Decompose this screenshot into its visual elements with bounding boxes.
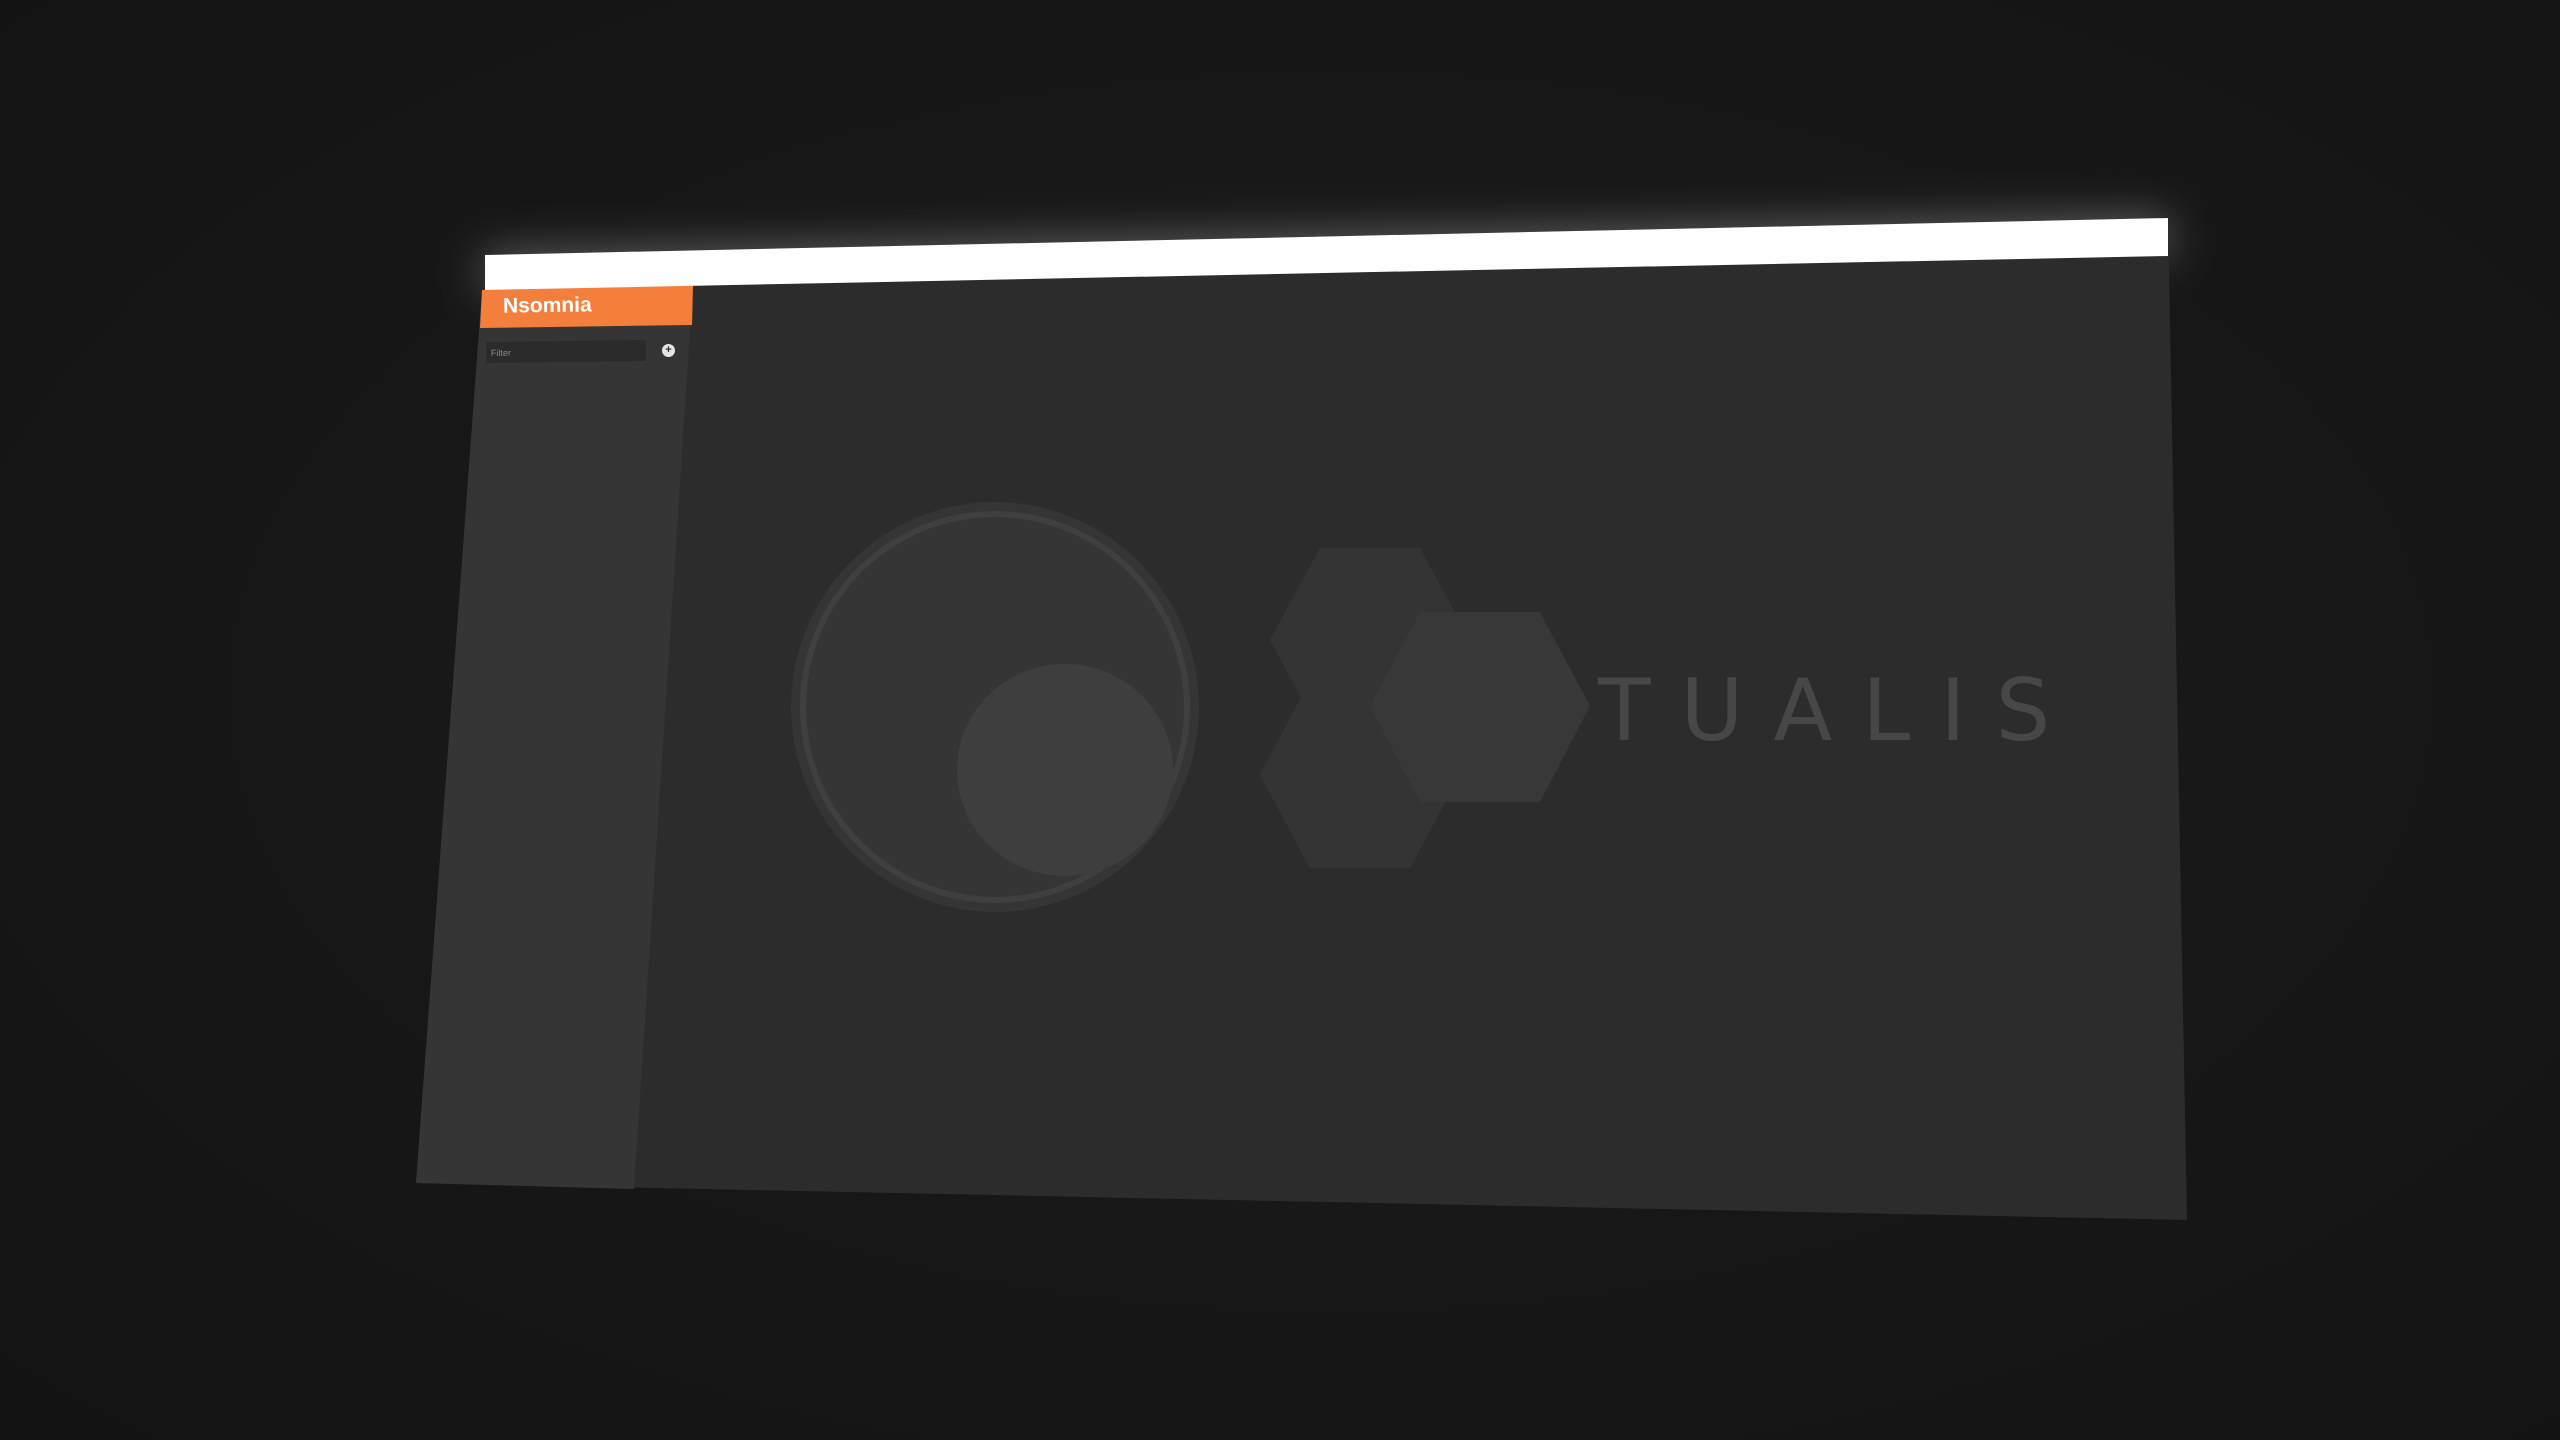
plus-circle-icon[interactable]: + bbox=[662, 344, 675, 357]
virtualis-logo-icon bbox=[790, 502, 1590, 912]
logo-wordmark: TUALIS bbox=[1597, 661, 2080, 761]
workspace-title[interactable]: Nsomnia bbox=[503, 293, 592, 318]
main-content-logo: TUALIS bbox=[790, 502, 2080, 912]
filter-input[interactable] bbox=[485, 339, 647, 364]
